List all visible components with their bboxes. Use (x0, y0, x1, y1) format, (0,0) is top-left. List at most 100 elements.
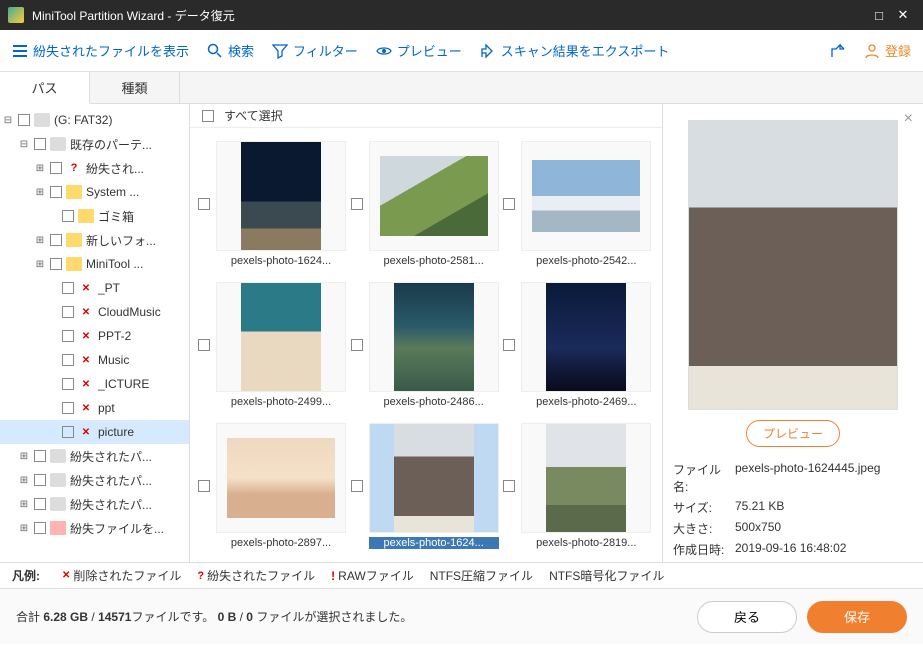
checkbox[interactable] (34, 138, 46, 150)
checkbox[interactable] (50, 258, 62, 270)
checkbox[interactable] (50, 234, 62, 246)
thumb-frame (369, 141, 499, 251)
select-all-row[interactable]: すべて選択 (190, 104, 662, 128)
thumbnail-card[interactable]: pexels-photo-2897... (216, 423, 346, 549)
maximize-button[interactable]: □ (867, 8, 891, 23)
checkbox[interactable] (62, 210, 74, 222)
share-icon (830, 43, 846, 59)
filter-button[interactable]: フィルター (272, 41, 358, 60)
show-lost-files-button[interactable]: 紛失されたファイルを表示 (12, 41, 189, 60)
thumb-checkbox[interactable] (351, 480, 363, 492)
expand-icon[interactable]: ⊞ (34, 163, 46, 174)
tree-picture[interactable]: ✕picture (0, 420, 189, 444)
thumbnail-card[interactable]: pexels-photo-2542... (521, 141, 651, 267)
tree-lost-partition-1[interactable]: ⊞紛失されたパ... (0, 444, 189, 468)
thumbnail-cell[interactable]: pexels-photo-2581... (351, 136, 502, 271)
back-button[interactable]: 戻る (697, 601, 797, 633)
tree-music[interactable]: ✕Music (0, 348, 189, 372)
tree-icture[interactable]: ✕_ICTURE (0, 372, 189, 396)
thumb-filename: pexels-photo-2499... (216, 396, 346, 408)
close-button[interactable]: ✕ (891, 7, 915, 23)
preview-button[interactable]: プレビュー (746, 420, 840, 447)
meta-value: 500x750 (735, 520, 913, 537)
tab-type[interactable]: 種類 (90, 72, 180, 103)
thumb-checkbox[interactable] (503, 339, 515, 351)
search-button[interactable]: 検索 (207, 41, 254, 60)
checkbox[interactable] (62, 354, 74, 366)
share-button[interactable] (830, 43, 846, 59)
thumbnail-card[interactable]: pexels-photo-2486... (369, 282, 499, 408)
thumbnail-cell[interactable]: pexels-photo-2486... (351, 277, 502, 412)
folder-tree[interactable]: ⊟(G: FAT32) ⊟既存のパーテ... ⊞?紛失され... ⊞System… (0, 104, 190, 562)
thumb-filename: pexels-photo-2819... (521, 537, 651, 549)
tree-cloudmusic[interactable]: ✕CloudMusic (0, 300, 189, 324)
checkbox[interactable] (50, 186, 62, 198)
checkbox[interactable] (34, 522, 46, 534)
thumb-checkbox[interactable] (351, 339, 363, 351)
checkbox[interactable] (62, 426, 74, 438)
checkbox[interactable] (62, 330, 74, 342)
thumbnail-cell[interactable]: pexels-photo-2819... (503, 419, 654, 554)
checkbox[interactable] (34, 474, 46, 486)
tree-new-folder[interactable]: ⊞新しいフォ... (0, 228, 189, 252)
tree-label: 紛失されたパ... (70, 496, 152, 513)
thumb-checkbox[interactable] (503, 198, 515, 210)
thumbnail-card[interactable]: pexels-photo-1624... (369, 423, 499, 549)
thumbnail-card[interactable]: pexels-photo-2581... (369, 141, 499, 267)
collapse-icon[interactable]: ⊟ (18, 139, 30, 150)
thumbnail-card[interactable]: pexels-photo-2499... (216, 282, 346, 408)
tree-minitool[interactable]: ⊞MiniTool ... (0, 252, 189, 276)
tree-existing-partition[interactable]: ⊟既存のパーテ... (0, 132, 189, 156)
checkbox[interactable] (62, 282, 74, 294)
thumbnail-card[interactable]: pexels-photo-2469... (521, 282, 651, 408)
thumb-checkbox[interactable] (503, 480, 515, 492)
tree-lost-partition-2[interactable]: ⊞紛失されたパ... (0, 468, 189, 492)
checkbox[interactable] (62, 306, 74, 318)
tree-lost-files[interactable]: ⊞?紛失され... (0, 156, 189, 180)
expand-icon[interactable]: ⊞ (18, 475, 30, 486)
expand-icon[interactable]: ⊞ (34, 259, 46, 270)
checkbox[interactable] (34, 498, 46, 510)
thumb-checkbox[interactable] (198, 339, 210, 351)
expand-icon[interactable]: ⊞ (18, 523, 30, 534)
thumbnail-cell[interactable]: pexels-photo-2897... (198, 419, 349, 554)
register-button[interactable]: 登録 (864, 41, 911, 60)
thumbnail-cell[interactable]: pexels-photo-2542... (503, 136, 654, 271)
expand-icon[interactable]: ⊞ (34, 187, 46, 198)
save-label: 保存 (844, 610, 870, 625)
expand-icon[interactable]: ⊞ (34, 235, 46, 246)
checkbox[interactable] (50, 162, 62, 174)
tab-path[interactable]: パス (0, 72, 90, 104)
legend-raw: !RAWファイル (331, 567, 414, 584)
tree-root[interactable]: ⊟(G: FAT32) (0, 108, 189, 132)
tree-lost-file-folder[interactable]: ⊞紛失ファイルを... (0, 516, 189, 540)
tree-trash[interactable]: ゴミ箱 (0, 204, 189, 228)
tree-system[interactable]: ⊞System ... (0, 180, 189, 204)
checkbox[interactable] (34, 450, 46, 462)
drive-icon (34, 113, 50, 127)
expand-icon[interactable]: ⊞ (18, 451, 30, 462)
tree-ppt2[interactable]: ✕PPT-2 (0, 324, 189, 348)
thumbnail-cell[interactable]: pexels-photo-2469... (503, 277, 654, 412)
collapse-icon[interactable]: ⊟ (2, 115, 14, 126)
thumb-checkbox[interactable] (198, 480, 210, 492)
export-button[interactable]: スキャン結果をエクスポート (480, 41, 670, 60)
tree-lost-partition-3[interactable]: ⊞ 紛失されたパ... (0, 492, 189, 516)
thumbnail-card[interactable]: pexels-photo-1624... (216, 141, 346, 267)
thumbnail-cell[interactable]: pexels-photo-2499... (198, 277, 349, 412)
close-preview-button[interactable]: × (904, 110, 913, 128)
thumb-checkbox[interactable] (198, 198, 210, 210)
tree-pt[interactable]: ✕_PT (0, 276, 189, 300)
checkbox[interactable] (62, 378, 74, 390)
thumbnail-cell[interactable]: pexels-photo-1624... (198, 136, 349, 271)
select-all-checkbox[interactable] (202, 110, 214, 122)
thumbnail-card[interactable]: pexels-photo-2819... (521, 423, 651, 549)
expand-icon[interactable]: ⊞ (18, 499, 30, 510)
thumbnail-cell[interactable]: pexels-photo-1624... (351, 419, 502, 554)
thumb-checkbox[interactable] (351, 198, 363, 210)
preview-toolbar-button[interactable]: プレビュー (376, 41, 462, 60)
checkbox[interactable] (18, 114, 30, 126)
checkbox[interactable] (62, 402, 74, 414)
tree-ppt[interactable]: ✕ppt (0, 396, 189, 420)
save-button[interactable]: 保存 (807, 601, 907, 633)
